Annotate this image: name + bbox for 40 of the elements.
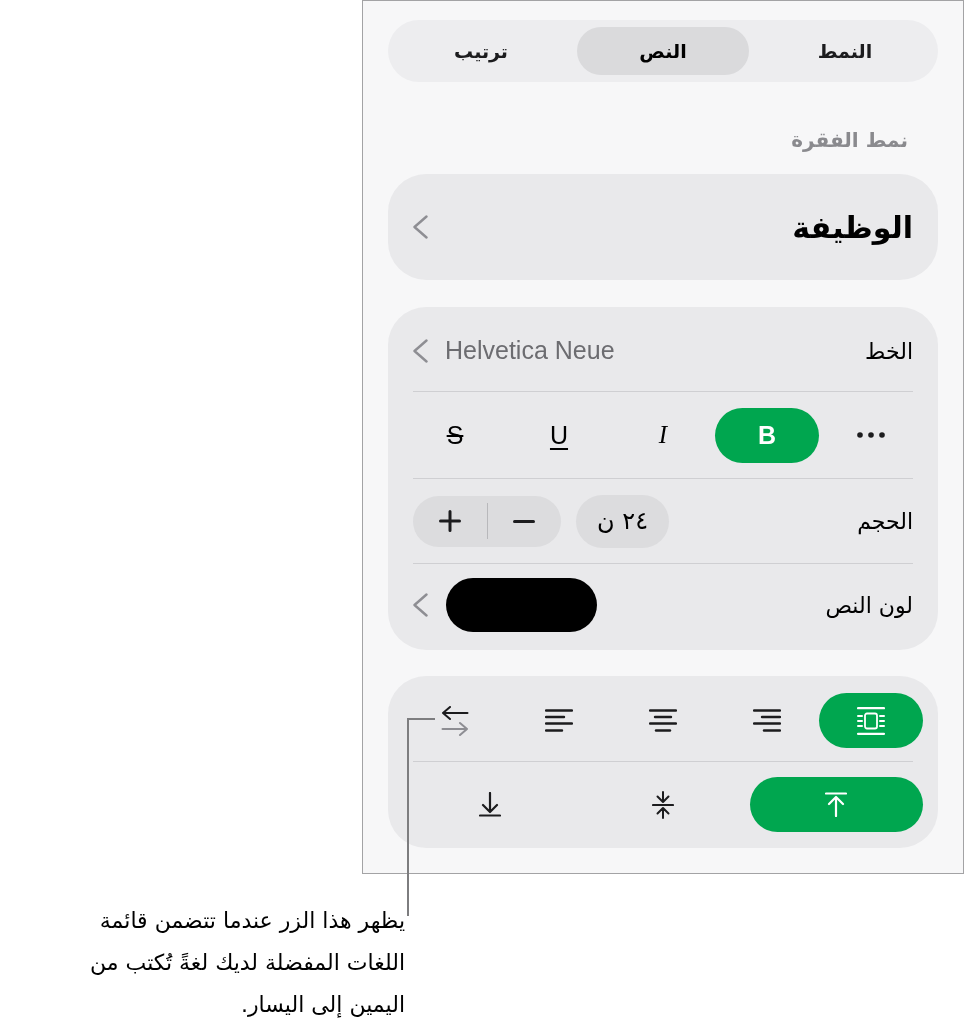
strikethrough-button[interactable]: S xyxy=(446,420,464,450)
color-swatch[interactable] xyxy=(446,578,597,632)
size-label: الحجم xyxy=(857,507,913,537)
align-top-button[interactable] xyxy=(749,777,923,832)
align-center-icon xyxy=(649,709,677,732)
swap-arrows-icon xyxy=(441,705,469,736)
text-box-icon xyxy=(857,706,885,735)
align-middle-icon xyxy=(652,790,674,819)
decrease-button[interactable] xyxy=(513,519,536,523)
text-color-label: لون النص xyxy=(825,591,913,620)
paragraph-style-button[interactable]: الوظيفة xyxy=(388,174,938,280)
font-picker[interactable]: Helvetica Neue xyxy=(413,332,615,370)
align-middle-button[interactable] xyxy=(652,790,674,819)
align-center-button[interactable] xyxy=(649,709,677,732)
chevron-icon xyxy=(413,593,428,617)
align-right-icon xyxy=(753,709,781,732)
minus-icon xyxy=(513,519,536,523)
tab[interactable]: ترتيب xyxy=(395,27,567,75)
section-heading: نمط الفقرة xyxy=(791,127,908,154)
increase-button[interactable] xyxy=(438,510,461,532)
tab[interactable]: النص xyxy=(577,27,749,75)
text-direction-button[interactable] xyxy=(441,705,469,736)
tab[interactable]: النمط xyxy=(759,27,931,75)
ellipsis-icon xyxy=(857,432,885,438)
align-bottom-icon xyxy=(478,792,501,817)
align-top-icon xyxy=(825,792,848,817)
italic-button[interactable]: I xyxy=(658,420,668,450)
align-bottom-button[interactable] xyxy=(478,792,501,817)
size-field[interactable]: ٢٤ ن xyxy=(576,494,669,548)
text-box-button[interactable] xyxy=(819,693,923,748)
align-left-button[interactable] xyxy=(545,709,573,732)
font-label: الخط xyxy=(865,337,913,366)
align-right-button[interactable] xyxy=(753,709,781,732)
underline-button[interactable]: U xyxy=(549,420,569,450)
align-left-icon xyxy=(545,709,573,732)
callout-text: يظهر هذا الزر عندما تتضمن قائمة اللغات المفضلة لديك لغةً تُكتب من اليمين إلى اليسار. xyxy=(89,907,405,1020)
plus-icon xyxy=(438,510,461,532)
more-button[interactable] xyxy=(857,432,885,438)
chevron-icon xyxy=(413,339,428,363)
chevron-icon xyxy=(413,215,428,239)
